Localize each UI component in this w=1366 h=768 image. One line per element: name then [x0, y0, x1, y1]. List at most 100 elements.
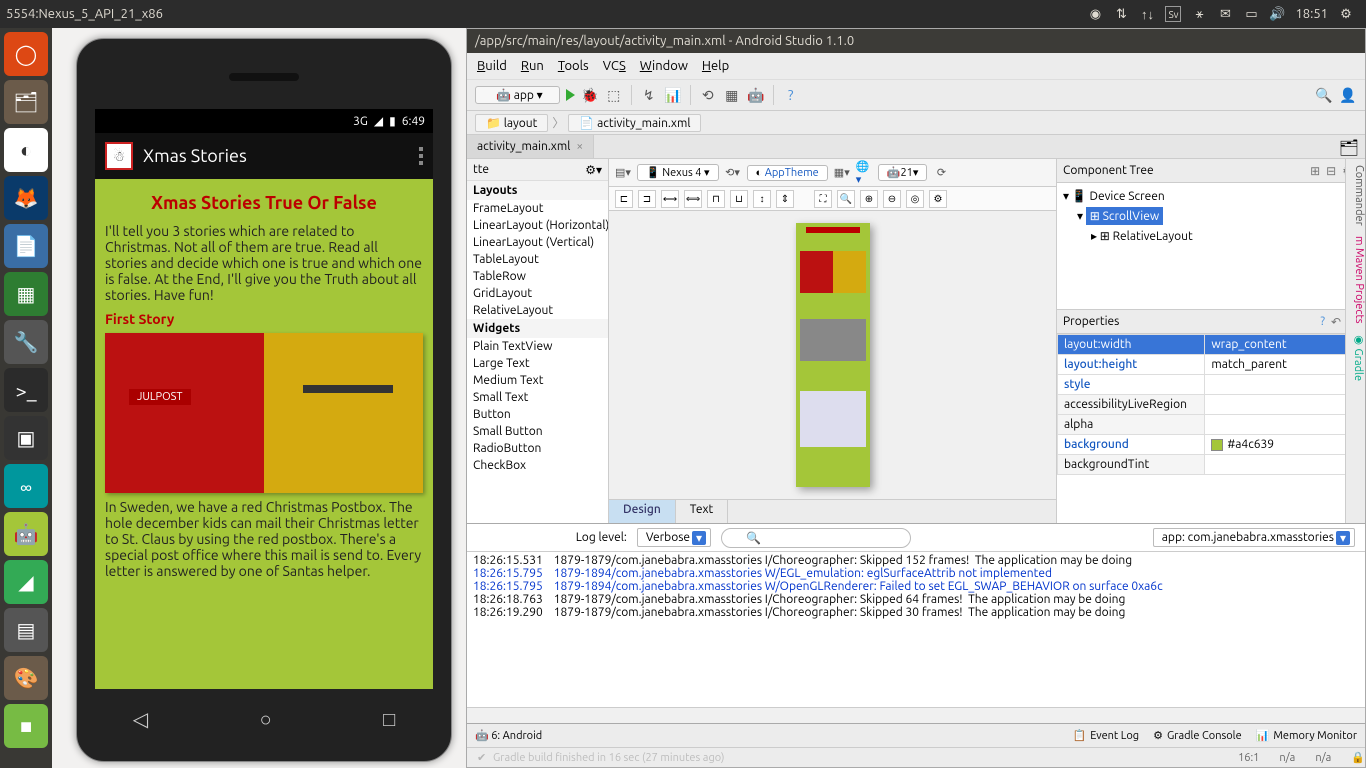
- prop-key[interactable]: accessibilityLiveRegion: [1058, 395, 1205, 415]
- align-tool-6[interactable]: ⊔: [730, 190, 748, 208]
- prop-key[interactable]: layout:width: [1058, 335, 1205, 355]
- launcher-gimp-icon[interactable]: 🎨: [4, 656, 48, 700]
- layout-preview[interactable]: [796, 223, 870, 487]
- android-icon[interactable]: 🤖: [747, 86, 765, 104]
- breadcrumb-layout[interactable]: 📁 layout: [475, 114, 548, 132]
- menu-help[interactable]: Help: [702, 59, 729, 73]
- app-launcher-icon[interactable]: ☃: [105, 142, 133, 170]
- logcat-output[interactable]: 18:26:15.531 1879-1879/com.janebabra.xma…: [467, 552, 1365, 707]
- prop-value[interactable]: [1205, 395, 1365, 415]
- orientation-icon[interactable]: ⟲▾: [725, 165, 741, 181]
- app-scroll-content[interactable]: Xmas Stories True Or False I'll tell you…: [95, 179, 433, 689]
- menu-vcs[interactable]: VCS: [603, 59, 626, 73]
- side-tab-maven[interactable]: m Maven Projects: [1346, 236, 1365, 324]
- prop-value[interactable]: wrap_content: [1205, 335, 1365, 355]
- tab-design[interactable]: Design: [609, 500, 676, 523]
- nav-back-icon[interactable]: ◁: [133, 707, 148, 731]
- palette-item[interactable]: FrameLayout: [467, 200, 608, 217]
- launcher-androidstudio-icon[interactable]: ◢: [4, 560, 48, 604]
- sync-icon[interactable]: ⟲: [699, 86, 717, 104]
- volume-icon[interactable]: 🔊: [1269, 6, 1285, 22]
- device-selector[interactable]: 📱 Nexus 4 ▾: [637, 164, 719, 181]
- project-structure-icon[interactable]: ▦: [723, 86, 741, 104]
- chrome-tray-icon[interactable]: ◉: [1087, 6, 1103, 22]
- logcat-filter-selector[interactable]: app: com.janebabra.xmasstories: [1153, 528, 1355, 547]
- prop-key[interactable]: backgroundTint: [1058, 455, 1205, 475]
- palette-item[interactable]: Medium Text: [467, 372, 608, 389]
- sdk-manager-icon[interactable]: 📊: [664, 86, 682, 104]
- zoom-out-icon[interactable]: ⊖: [883, 190, 901, 208]
- bluetooth-icon[interactable]: ⚹: [1191, 6, 1207, 22]
- prop-key[interactable]: background: [1058, 435, 1205, 455]
- palette-item[interactable]: LinearLayout (Horizontal): [467, 217, 608, 234]
- palette-item[interactable]: Small Button: [467, 423, 608, 440]
- menu-tools[interactable]: Tools: [558, 59, 589, 73]
- tree-collapse-icon[interactable]: ⊟: [1326, 164, 1336, 178]
- palette-item[interactable]: TableRow: [467, 268, 608, 285]
- launcher-android-icon[interactable]: 🤖: [4, 512, 48, 556]
- align-tool-1[interactable]: ⊏: [615, 190, 633, 208]
- overflow-menu-icon[interactable]: [419, 147, 423, 165]
- side-tab-gradle[interactable]: ◉ Gradle: [1346, 333, 1365, 381]
- palette-item[interactable]: Button: [467, 406, 608, 423]
- zoom-fit-icon[interactable]: ⛶: [814, 190, 832, 208]
- launcher-files-icon[interactable]: 🗂: [4, 80, 48, 124]
- zoom-in-icon[interactable]: ⊕: [860, 190, 878, 208]
- tree-device-screen[interactable]: ▾ 📱 Device Screen: [1063, 187, 1359, 205]
- locale-icon[interactable]: ▦▾: [834, 165, 850, 181]
- avd-manager-icon[interactable]: ↯: [640, 86, 658, 104]
- launcher-calc-icon[interactable]: ▦: [4, 272, 48, 316]
- nav-recents-icon[interactable]: □: [383, 707, 395, 732]
- tool-icon-1[interactable]: ⬚: [605, 86, 623, 104]
- theme-selector[interactable]: ◐ AppTheme: [747, 165, 828, 181]
- session-icon[interactable]: ⚙: [1338, 6, 1354, 22]
- launcher-calculator-icon[interactable]: ▤: [4, 608, 48, 652]
- prop-value[interactable]: [1205, 415, 1365, 435]
- refresh-icon[interactable]: ⟳: [933, 165, 949, 181]
- file-tab-activity-main[interactable]: activity_main.xml ×: [467, 135, 594, 158]
- tab-gradle-console[interactable]: ⚙ Gradle Console: [1153, 729, 1242, 742]
- props-revert-icon[interactable]: ↶: [1331, 315, 1341, 329]
- palette-item[interactable]: RadioButton: [467, 440, 608, 457]
- launcher-chrome-icon[interactable]: ◐: [4, 128, 48, 172]
- zoom-reset-icon[interactable]: ◎: [906, 190, 924, 208]
- palette-gear-icon[interactable]: ⚙▾: [585, 163, 602, 177]
- settings-canvas-icon[interactable]: ⚙: [929, 190, 947, 208]
- tree-relativelayout[interactable]: ▸ ⊞ RelativeLayout: [1063, 227, 1359, 245]
- properties-table[interactable]: layout:widthwrap_contentlayout:heightmat…: [1057, 334, 1365, 475]
- launcher-workspace-icon[interactable]: ▣: [4, 416, 48, 460]
- side-tab-commander[interactable]: Commander: [1346, 165, 1365, 226]
- breadcrumb-file[interactable]: 📄 activity_main.xml: [568, 114, 701, 132]
- commander-tab-icon[interactable]: 🗂: [1333, 135, 1365, 158]
- component-tree[interactable]: ▾ 📱 Device Screen ▾ ⊞ ScrollView ▸ ⊞ Rel…: [1057, 183, 1365, 309]
- tab-android[interactable]: 🤖 6: Android: [475, 729, 542, 742]
- launcher-arduino-icon[interactable]: ∞: [4, 464, 48, 508]
- design-view-icon[interactable]: ▤▾: [615, 165, 631, 181]
- palette-item[interactable]: GridLayout: [467, 285, 608, 302]
- palette-item[interactable]: Small Text: [467, 389, 608, 406]
- clock[interactable]: 18:51: [1295, 7, 1328, 21]
- prop-value[interactable]: [1205, 455, 1365, 475]
- design-canvas[interactable]: [609, 211, 1056, 499]
- align-tool-7[interactable]: ↕: [753, 190, 771, 208]
- prop-key[interactable]: layout:height: [1058, 355, 1205, 375]
- align-tool-4[interactable]: ⟺: [684, 190, 702, 208]
- palette-item[interactable]: Large Text: [467, 355, 608, 372]
- menu-build[interactable]: Build: [477, 59, 507, 73]
- run-button-icon[interactable]: [566, 89, 575, 101]
- battery-icon[interactable]: ▭: [1243, 6, 1259, 22]
- launcher-app-icon[interactable]: ■: [4, 704, 48, 748]
- tree-expand-icon[interactable]: ⊞: [1310, 164, 1320, 178]
- palette-item[interactable]: Plain TextView: [467, 338, 608, 355]
- user-icon[interactable]: 👤: [1339, 86, 1357, 104]
- log-level-selector[interactable]: Verbose: [637, 528, 711, 547]
- mail-icon[interactable]: ✉: [1217, 6, 1233, 22]
- dropbox-icon[interactable]: ⇅: [1113, 6, 1129, 22]
- close-tab-icon[interactable]: ×: [576, 140, 583, 153]
- props-help-icon[interactable]: ?: [1320, 315, 1325, 329]
- prop-key[interactable]: style: [1058, 375, 1205, 395]
- palette-item[interactable]: RelativeLayout: [467, 302, 608, 319]
- tab-memory-monitor[interactable]: 📊 Memory Monitor: [1256, 729, 1357, 742]
- align-tool-3[interactable]: ⟷: [661, 190, 679, 208]
- network-icon[interactable]: ↑↓: [1139, 6, 1155, 22]
